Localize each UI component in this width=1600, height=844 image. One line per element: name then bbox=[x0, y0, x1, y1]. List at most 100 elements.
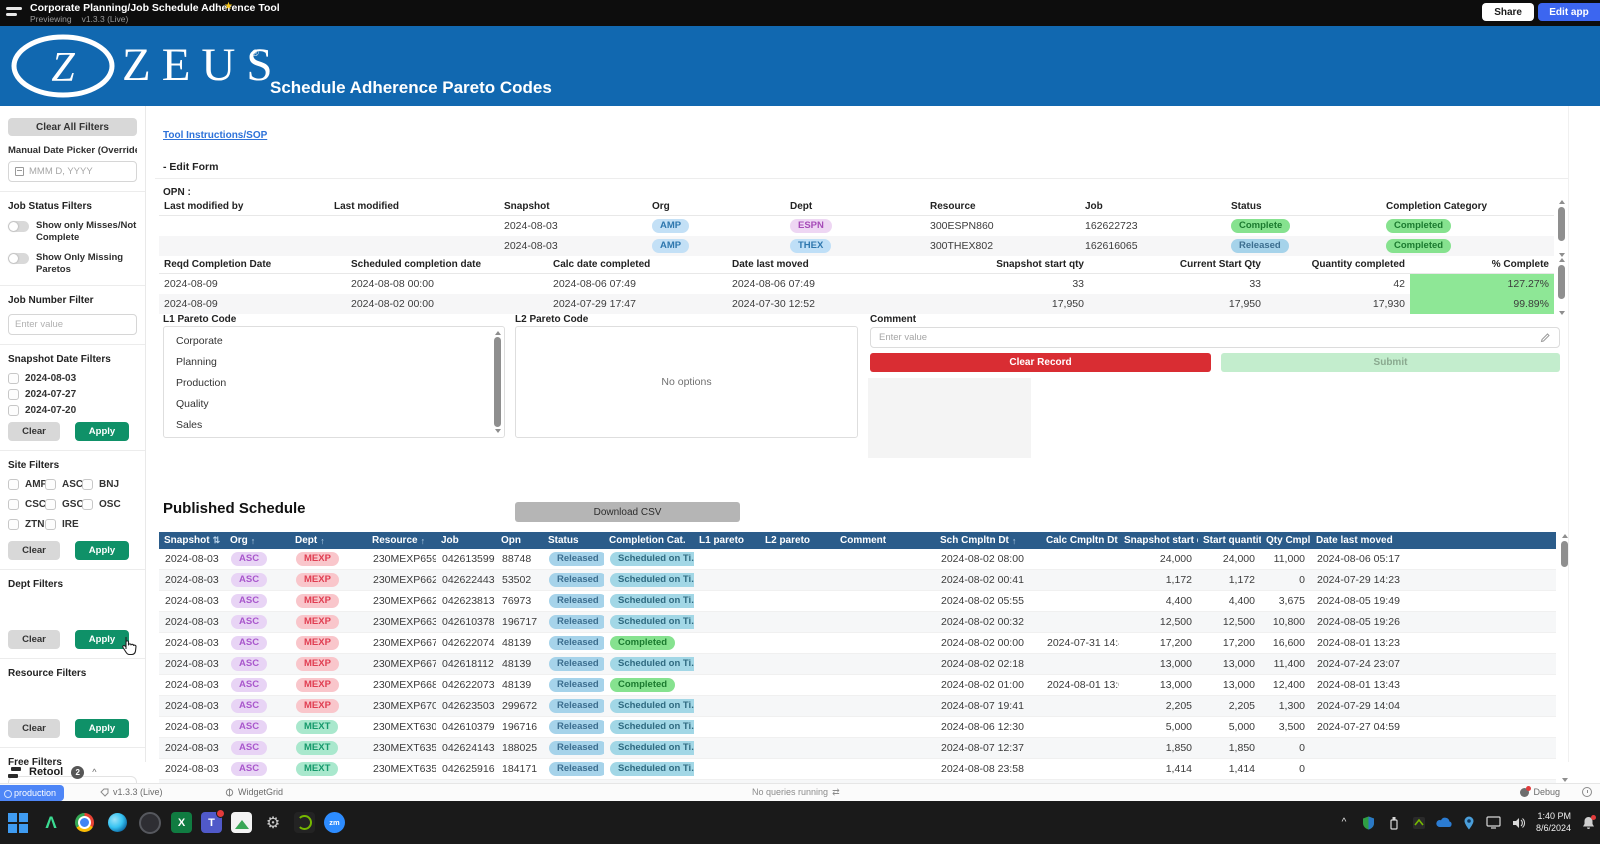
edit-form-section-label[interactable]: - Edit Form bbox=[163, 161, 218, 173]
l1-option[interactable]: Quality bbox=[164, 394, 504, 415]
column-header[interactable]: Calc date completed bbox=[548, 259, 727, 270]
column-header[interactable]: Job bbox=[436, 535, 496, 546]
column-header[interactable]: Start quantity bbox=[1198, 535, 1261, 546]
pinned-tool-icon[interactable]: Λ bbox=[39, 811, 63, 835]
notification-count-badge[interactable]: 2 bbox=[71, 766, 84, 779]
refresh-icon[interactable]: ⇄ bbox=[832, 787, 840, 798]
history-clock-icon[interactable] bbox=[1582, 787, 1592, 797]
snapshot-clear-button[interactable]: Clear bbox=[8, 422, 60, 441]
column-header[interactable]: Last modified bbox=[329, 201, 499, 212]
checkbox[interactable] bbox=[82, 499, 93, 510]
missing-paretos-toggle[interactable] bbox=[8, 253, 29, 264]
l1-option[interactable]: Planning bbox=[164, 352, 504, 373]
checkbox[interactable] bbox=[8, 389, 19, 400]
l1-option[interactable]: Production bbox=[164, 373, 504, 394]
vscroll-thumb[interactable] bbox=[1558, 207, 1565, 241]
submit-button[interactable]: Submit bbox=[1221, 353, 1560, 372]
column-header[interactable]: Completion Category bbox=[1381, 201, 1554, 212]
scroll-up-icon[interactable] bbox=[1559, 258, 1565, 262]
column-header[interactable]: Snapshot bbox=[499, 201, 647, 212]
resource-clear-button[interactable]: Clear bbox=[8, 719, 60, 738]
vscroll-thumb[interactable] bbox=[1558, 265, 1565, 299]
published-table-scrollbar[interactable] bbox=[1559, 534, 1568, 782]
column-header[interactable]: Snapshot⇅ bbox=[159, 535, 225, 546]
usb-device-icon[interactable] bbox=[1386, 815, 1402, 831]
display-cast-icon[interactable] bbox=[1486, 815, 1502, 831]
widgetgrid-item[interactable]: WidgetGrid bbox=[225, 787, 283, 797]
scroll-up-icon[interactable] bbox=[1562, 534, 1568, 538]
l1-scroll-thumb[interactable] bbox=[494, 337, 501, 427]
column-header[interactable]: Job bbox=[1080, 201, 1226, 212]
zoom-icon[interactable]: zm bbox=[324, 812, 345, 833]
column-header[interactable]: Date last moved bbox=[727, 259, 913, 270]
onedrive-cloud-icon[interactable] bbox=[1436, 815, 1452, 831]
table-row[interactable]: 2024-08-092024-08-08 00:002024-08-06 07:… bbox=[159, 274, 1554, 294]
collapse-caret-icon[interactable]: ^ bbox=[92, 767, 96, 777]
location-pin-icon[interactable] bbox=[1461, 815, 1477, 831]
column-header[interactable]: Dept bbox=[785, 201, 925, 212]
checkbox[interactable] bbox=[45, 499, 56, 510]
column-header[interactable]: Resource↑ bbox=[367, 535, 436, 546]
site-clear-button[interactable]: Clear bbox=[8, 541, 60, 560]
table-row[interactable]: 2024-08-03ASCMEXP230MEXP6680426220734813… bbox=[159, 675, 1556, 696]
checkbox[interactable] bbox=[8, 405, 19, 416]
column-header[interactable]: Org↑ bbox=[225, 535, 290, 546]
table-row[interactable]: 2024-08-03ASCMEXP230MEXP6700426235032996… bbox=[159, 696, 1556, 717]
debug-button[interactable]: Debug bbox=[1520, 787, 1560, 797]
hamburger-menu-icon[interactable] bbox=[6, 7, 22, 19]
security-shield-icon[interactable] bbox=[1361, 815, 1377, 831]
misses-toggle[interactable] bbox=[8, 221, 29, 232]
column-header[interactable]: Calc Cmpltn Dt bbox=[1041, 535, 1119, 546]
column-header[interactable]: Date last moved bbox=[1311, 535, 1556, 546]
version-item[interactable]: v1.3.3 (Live) bbox=[100, 787, 163, 797]
scroll-down-icon[interactable] bbox=[1562, 778, 1568, 782]
checkbox[interactable] bbox=[45, 519, 56, 530]
settings-icon[interactable]: ⚙ bbox=[261, 811, 285, 835]
table-row[interactable]: 2024-08-03ASCMEXT230MEXT6300426103791967… bbox=[159, 717, 1556, 738]
start-icon[interactable] bbox=[6, 811, 30, 835]
environment-badge[interactable]: production bbox=[0, 785, 64, 801]
vscroll-thumb[interactable] bbox=[1561, 541, 1568, 567]
column-header[interactable]: Dept↑ bbox=[290, 535, 367, 546]
volume-icon[interactable] bbox=[1511, 815, 1527, 831]
checkbox[interactable] bbox=[82, 479, 93, 490]
column-header[interactable]: Last modified by bbox=[159, 201, 329, 212]
table-row[interactable]: 2024-08-03ASCMEXP230MEXP6620426238137697… bbox=[159, 591, 1556, 612]
checkbox[interactable] bbox=[8, 499, 19, 510]
table-row[interactable]: 2024-08-092024-08-02 00:002024-07-29 17:… bbox=[159, 294, 1554, 314]
checkbox[interactable] bbox=[8, 479, 19, 490]
column-header[interactable]: Comment bbox=[835, 535, 935, 546]
scroll-up-icon[interactable] bbox=[1559, 200, 1565, 204]
table-row[interactable]: 2024-08-03ASCMEXT230MEXT6350426259161841… bbox=[159, 759, 1556, 780]
tool-instructions-link[interactable]: Tool Instructions/SOP bbox=[163, 130, 267, 141]
l1-option[interactable]: Sales bbox=[164, 415, 504, 436]
edit-app-button[interactable]: Edit app bbox=[1538, 3, 1600, 21]
table-row[interactable]: 2024-08-03ASCMEXP230MEXP6590426135998874… bbox=[159, 549, 1556, 570]
table-row[interactable]: 2024-08-03ASCMEXT230MEXT6350426241431880… bbox=[159, 738, 1556, 759]
comment-input[interactable]: Enter value bbox=[870, 327, 1560, 348]
column-header[interactable]: % Complete bbox=[1410, 259, 1554, 270]
site-apply-button[interactable]: Apply bbox=[75, 541, 129, 560]
checkbox[interactable] bbox=[45, 479, 56, 490]
scroll-down-icon[interactable] bbox=[495, 429, 501, 433]
manual-date-input[interactable]: MMM D, YYYY bbox=[8, 161, 137, 182]
table-row[interactable]: 2024-08-03ASCMEXP230MEXP6670426181124813… bbox=[159, 654, 1556, 675]
chrome-icon[interactable] bbox=[72, 811, 96, 835]
l2-pareto-listbox[interactable]: No options bbox=[515, 326, 858, 438]
clear-all-filters-button[interactable]: Clear All Filters bbox=[8, 118, 137, 136]
column-header[interactable]: Opn bbox=[496, 535, 543, 546]
column-header[interactable]: Quantity completed bbox=[1266, 259, 1410, 270]
column-header[interactable]: Status bbox=[543, 535, 604, 546]
column-header[interactable]: L1 pareto bbox=[694, 535, 760, 546]
column-header[interactable]: Sch Cmpltn Dt↑ bbox=[935, 535, 1041, 546]
photos-icon[interactable] bbox=[231, 812, 252, 833]
gpu-app-icon[interactable] bbox=[1411, 815, 1427, 831]
checkbox[interactable] bbox=[8, 373, 19, 384]
notifications-bell-icon[interactable] bbox=[1580, 815, 1596, 831]
column-header[interactable]: Snapshot start qty bbox=[913, 259, 1089, 270]
l1-option[interactable]: Corporate bbox=[164, 331, 504, 352]
column-header[interactable]: L2 pareto bbox=[760, 535, 835, 546]
teams-icon[interactable]: T bbox=[201, 812, 222, 833]
column-header[interactable]: Resource bbox=[925, 201, 1080, 212]
table-row[interactable]: 2024-08-03AMPTHEX300THEX802162616065Rele… bbox=[159, 236, 1554, 256]
